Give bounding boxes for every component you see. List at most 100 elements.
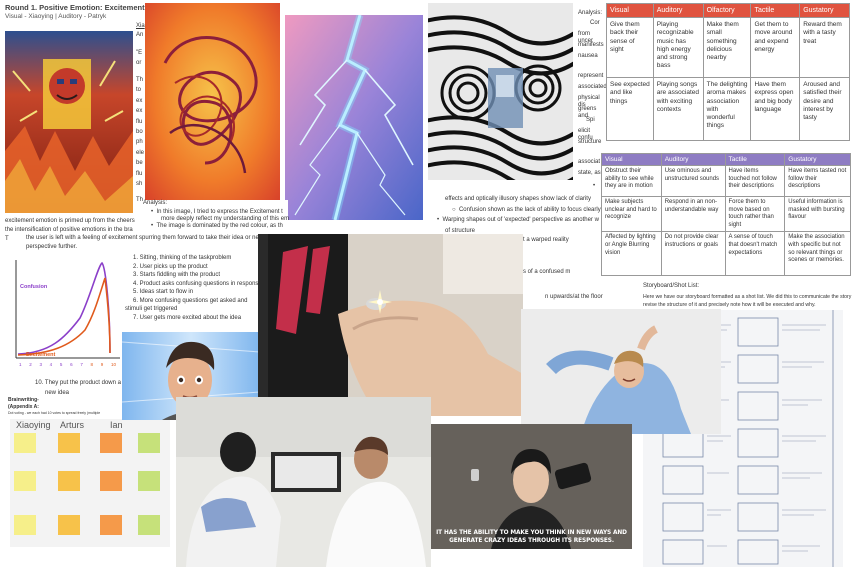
- step-item: 3. Starts fiddling with the product: [133, 272, 221, 278]
- perspective-line: perspective further.: [26, 244, 78, 250]
- step-item: 7. User gets more excited about the idea: [133, 314, 242, 321]
- table-row: Give them back their sense of sight Play…: [606, 17, 850, 78]
- senses-table: Visual Auditory Olfactory Tactile Gustat…: [606, 3, 850, 141]
- table-row: Make subjects unclear and hard to recogn…: [601, 195, 851, 233]
- sticky-note: [138, 433, 160, 453]
- col-header: Auditory: [660, 153, 726, 166]
- analysis-block: Analysis: • In this image, I tried to ex…: [143, 200, 290, 230]
- table-cell: Useful information is masked with bursti…: [784, 195, 851, 233]
- step-item: 5. Ideas start to flow in: [133, 289, 194, 295]
- mid-frag: Cor: [590, 20, 600, 26]
- storyboard-title: Storyboard/Shot List:: [643, 283, 700, 289]
- column-name: Xiaoying: [16, 420, 51, 430]
- video-caption: IT HAS THE ABILITY TO MAKE YOU THINK IN …: [431, 530, 632, 545]
- video-still-photo: IT HAS THE ABILITY TO MAKE YOU THINK IN …: [431, 424, 632, 549]
- x-tick-label: 10: [111, 362, 117, 367]
- x-tick-label: 3: [39, 362, 42, 367]
- analysis-text: In this image, I tried to express the Ex…: [156, 209, 283, 215]
- excitement-painting: [5, 31, 133, 213]
- senses-table-card: Visual Auditory Olfactory Tactile Gustat…: [606, 3, 850, 148]
- table-cell: Aroused and satisfied their desire and i…: [799, 77, 850, 141]
- table-row: See expected and like things Playing son…: [606, 77, 850, 141]
- caption-line: GENERATE CRAZY IDEAS THROUGH ITS RESPONS…: [449, 537, 614, 544]
- step-item: 2. User picks up the product: [133, 263, 208, 270]
- man-against-wall-photo: [521, 309, 721, 434]
- mid-frag: associated: [578, 84, 607, 90]
- bullet-dot: •: [593, 183, 596, 189]
- sticky-note: [14, 471, 36, 491]
- table-cell: Respond in an non-understandable way: [660, 195, 726, 233]
- laptop-collaboration-photo: [176, 397, 431, 567]
- confusion-series-line: [17, 261, 111, 355]
- sticky-note: [138, 471, 160, 491]
- table-cell: Get them to move around and expend energ…: [750, 17, 801, 78]
- ring-hand-photo: [258, 234, 523, 416]
- quote-fragment: or: [136, 60, 142, 66]
- curve-svg: Confusion Excitement 1 2 3 4 5 6 7 8 9 10: [15, 260, 120, 367]
- analysis-bullet: • In this image, I tried to express the …: [151, 209, 283, 215]
- sticky-note: [58, 433, 80, 453]
- op-art-painting: [428, 3, 573, 180]
- table-cell: Playing recognizable music has high ener…: [652, 17, 704, 78]
- table-cell: Make them small something delicious near…: [702, 17, 752, 78]
- column-name: Arturs: [60, 420, 85, 430]
- step-item: 6. More confusing questions get asked an…: [133, 297, 248, 304]
- analysis-bullet-cont: more deeply reflect my understanding of …: [161, 216, 290, 222]
- col-header: Visual: [601, 153, 662, 166]
- step-10: 10. They put the product down a: [35, 380, 121, 386]
- line-warping: • Warping shapes out of 'expected' persp…: [437, 217, 599, 223]
- storyboard-line1: Here we have our storyboard formatted as…: [643, 294, 852, 300]
- col-header: Tactile: [750, 3, 801, 18]
- sticky-note: [100, 471, 122, 491]
- frag-warped: t a warped reality: [523, 237, 569, 243]
- table-cell: A sense of touch that doesn't match expe…: [724, 231, 786, 277]
- table-row: Obstruct their ability to see while they…: [601, 165, 851, 197]
- mid-frag: nausea: [578, 53, 598, 59]
- x-tick-label: 5: [60, 362, 63, 367]
- line-effects: effects and optically illusory shapes sh…: [445, 196, 591, 202]
- analysis-label: Analysis:: [143, 200, 168, 206]
- table-row: Affected by lighting or Angle Blurring v…: [601, 231, 851, 277]
- table-cell: Affected by lighting or Angle Blurring v…: [601, 231, 662, 277]
- x-tick-label: 4: [50, 362, 53, 367]
- x-tick-label: 6: [70, 362, 73, 367]
- table-cell: Have them express open and big body lang…: [750, 77, 801, 141]
- confusion-table: Visual Auditory Tactile Gustatory Obstru…: [601, 153, 851, 277]
- storyboard-line2: revise the structure of it and precisely…: [643, 302, 816, 308]
- table-cell: Make the association with specific but n…: [784, 231, 851, 277]
- confusion-table-card: Visual Auditory Tactile Gustatory Obstru…: [601, 153, 851, 283]
- sticky-note: [100, 433, 122, 453]
- doc-subtitle: Visual - Xiaoying | Auditory - Patryk: [5, 13, 107, 20]
- user-left-line: the user is left with a feeling of excit…: [26, 235, 259, 241]
- table-cell: Do not provide clear instructions or goa…: [660, 231, 726, 277]
- confusion-legend-label: Confusion: [20, 284, 48, 290]
- col-header: Tactile: [724, 153, 786, 166]
- analysis-bullet: • The image is dominated by the red colo…: [151, 223, 283, 229]
- table-cell: Use ominous and unstructured sounds: [660, 165, 726, 197]
- para-end-frag: Th: [136, 197, 144, 203]
- table-cell: Give them back their sense of sight: [606, 17, 654, 78]
- table-cell: Reward them with a tasty treat: [799, 17, 850, 78]
- col-header: Gustatory: [784, 153, 851, 166]
- table-cell: Have items touched not follow their desc…: [724, 165, 786, 197]
- author-fragment: Xia: [136, 23, 145, 29]
- mid-frag: elicit confu: [578, 128, 593, 141]
- step-item: stimuli get triggered: [125, 306, 178, 312]
- table-cell: Make subjects unclear and hard to recogn…: [601, 195, 662, 233]
- mid-frag: from uncer: [578, 31, 594, 44]
- table-cell: Playing songs are associated with exciti…: [652, 77, 704, 141]
- excitement-line: excitement emotion is primed up from the…: [5, 218, 135, 224]
- orange-scribble-painting: [145, 3, 280, 208]
- table-cell: Force them to move based on touch rather…: [724, 195, 786, 233]
- step-item: 4. Product asks confusing questions in r…: [133, 280, 259, 287]
- confusion-text: Confusion shown as the lack of ability t…: [458, 207, 601, 213]
- frag-floor: n upwards/at the floor: [545, 294, 603, 300]
- brainwriting-board: Xiaoying Arturs Ian: [10, 419, 170, 547]
- sticky-note: [58, 515, 80, 535]
- x-tick-label: 7: [80, 362, 83, 367]
- column-name: Ian: [110, 420, 123, 430]
- analysis-text: The image is dominated by the red colour…: [156, 223, 283, 229]
- doc-title: Round 1. Positive Emotion: Excitement: [5, 3, 145, 12]
- col-header: Gustatory: [799, 3, 850, 18]
- caption-line: IT HAS THE ABILITY TO MAKE YOU THINK IN …: [436, 530, 627, 536]
